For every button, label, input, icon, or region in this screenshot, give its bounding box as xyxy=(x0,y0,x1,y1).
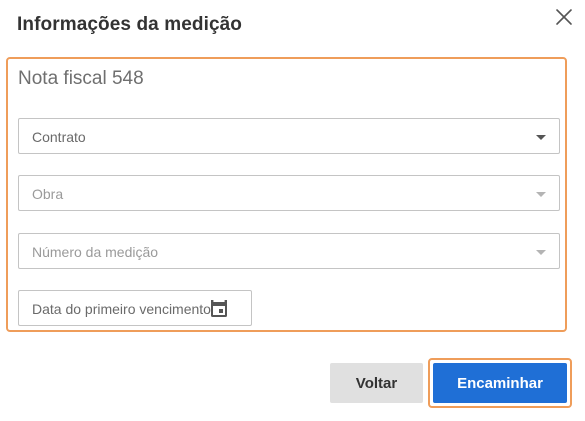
chevron-down-icon xyxy=(536,250,546,255)
contract-select-label: Contrato xyxy=(32,129,86,145)
measurement-number-label: Número da medição xyxy=(32,244,159,260)
measurement-form-panel: Nota fiscal 548 Contrato Obra Número da … xyxy=(6,57,567,332)
dialog-title: Informações da medição xyxy=(17,14,242,35)
forward-button[interactable]: Encaminhar xyxy=(433,363,567,403)
first-due-date-field[interactable]: Data do primeiro vencimento xyxy=(18,290,252,326)
chevron-down-icon xyxy=(536,192,546,197)
calendar-icon[interactable] xyxy=(208,297,230,319)
chevron-down-icon xyxy=(536,135,546,140)
measurement-number-select[interactable]: Número da medição xyxy=(18,233,560,269)
contract-select[interactable]: Contrato xyxy=(18,118,560,154)
invoice-heading: Nota fiscal 548 xyxy=(18,68,144,89)
dialog: Informações da medição Nota fiscal 548 C… xyxy=(0,0,585,421)
first-due-date-label: Data do primeiro vencimento xyxy=(32,301,211,317)
work-select-label: Obra xyxy=(32,186,64,202)
back-button[interactable]: Voltar xyxy=(330,363,423,403)
work-select[interactable]: Obra xyxy=(18,175,560,211)
close-icon[interactable] xyxy=(553,6,575,28)
